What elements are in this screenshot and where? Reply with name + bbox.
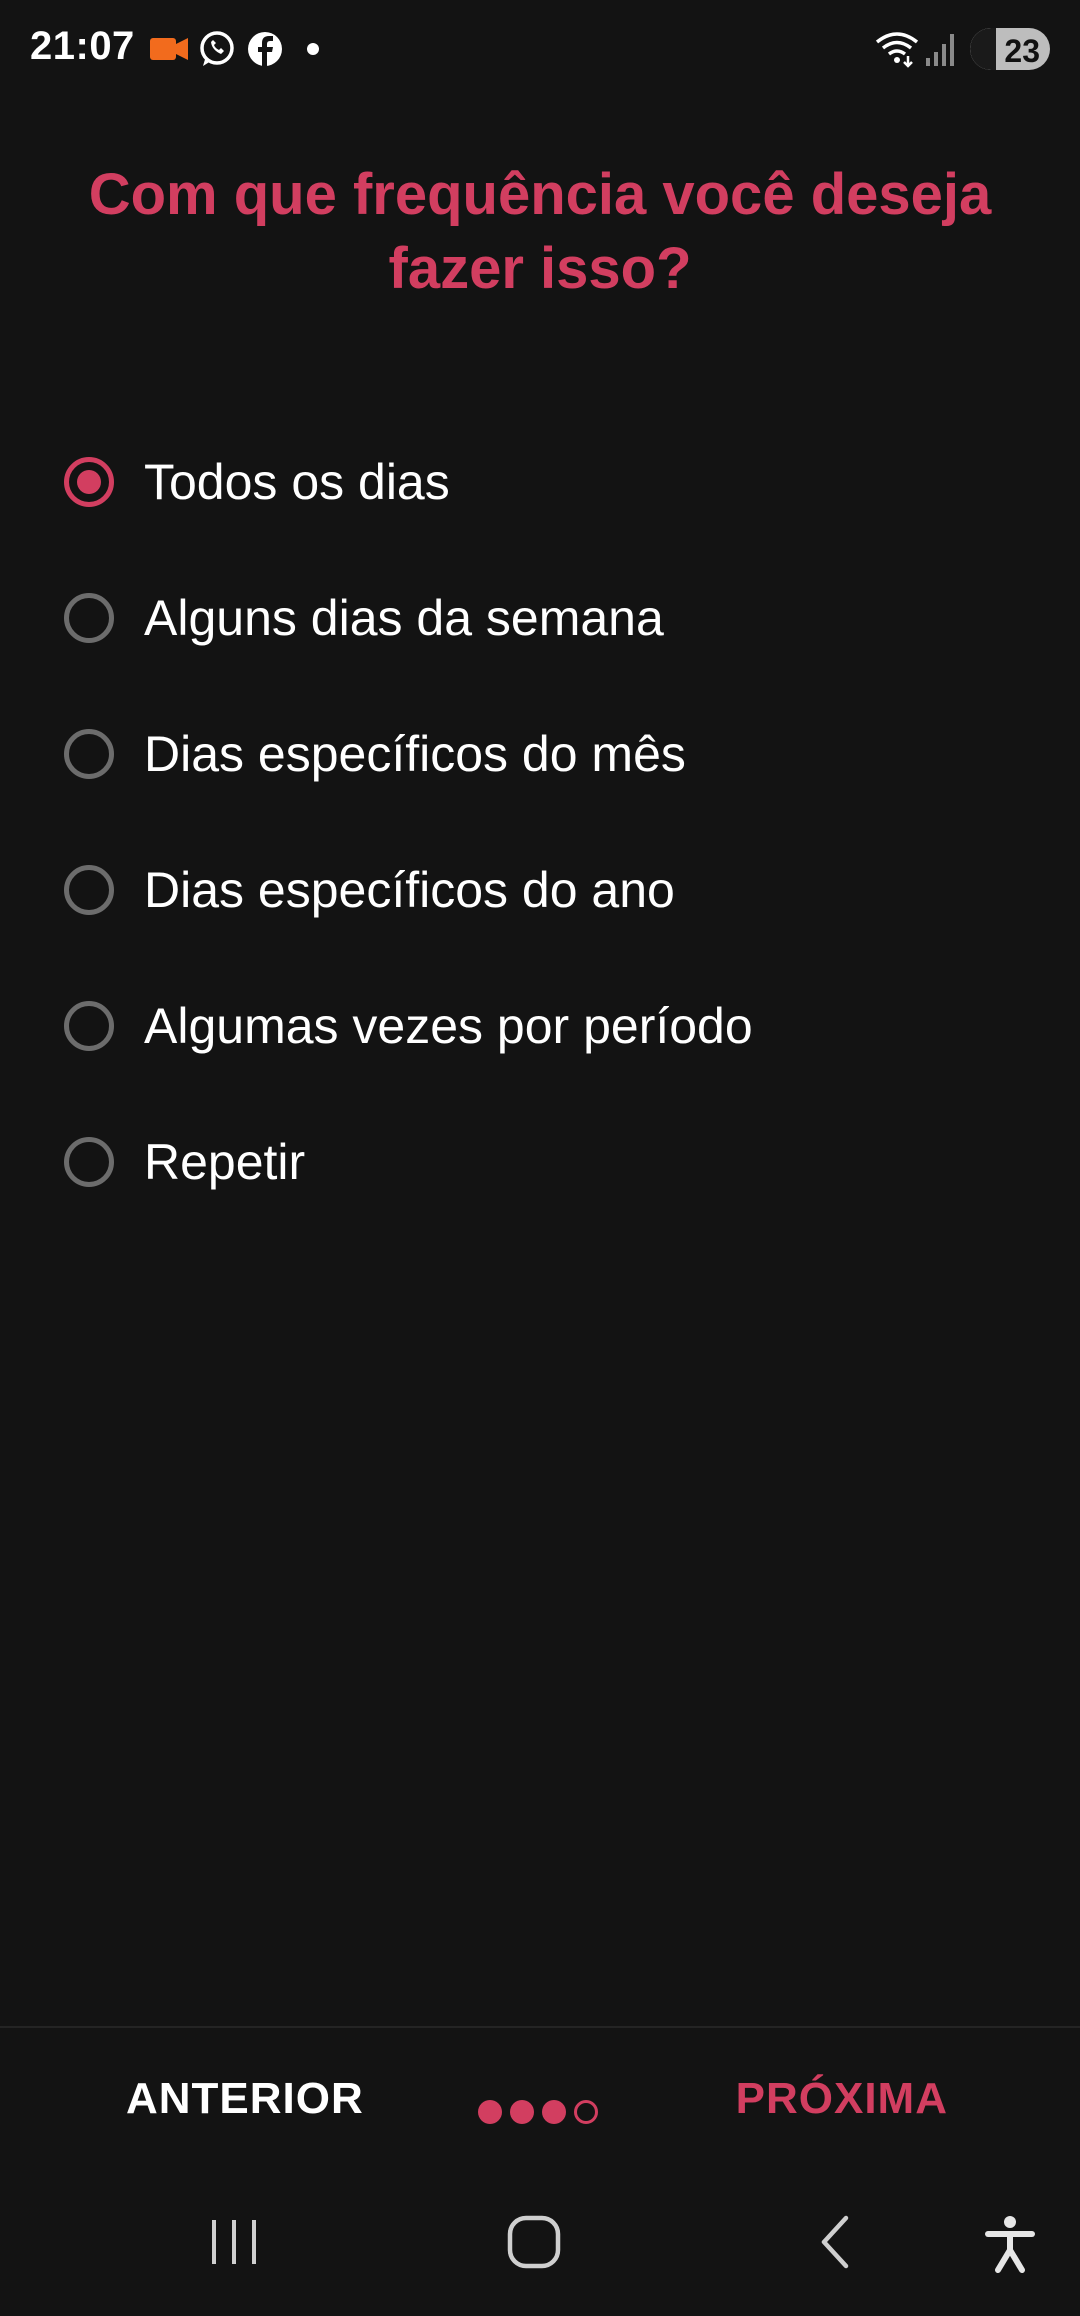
battery-icon: 23 — [970, 28, 1050, 70]
radio-button[interactable] — [64, 729, 114, 779]
screen: 21:07 23 Com que frequência você deseja … — [0, 0, 1080, 2316]
back-icon[interactable] — [810, 2214, 866, 2275]
step-dot-empty — [574, 2100, 598, 2124]
whatsapp-icon — [198, 30, 236, 73]
step-indicator — [478, 2100, 598, 2124]
radio-button[interactable] — [64, 593, 114, 643]
option-label: Todos os dias — [144, 454, 450, 510]
signal-icon — [924, 30, 956, 73]
option-dias-especificos-do-ano[interactable]: Dias específicos do ano — [64, 822, 1024, 958]
radio-button-selected[interactable] — [64, 457, 114, 507]
next-button[interactable]: PRÓXIMA — [736, 2074, 948, 2124]
option-label: Repetir — [144, 1134, 306, 1190]
recent-apps-icon[interactable] — [206, 2214, 262, 2275]
home-icon[interactable] — [506, 2214, 562, 2275]
previous-button[interactable]: ANTERIOR — [126, 2074, 364, 2124]
page-title: Com que frequência você deseja fazer iss… — [88, 162, 992, 301]
option-dias-especificos-do-mes[interactable]: Dias específicos do mês — [64, 686, 1024, 822]
option-algumas-vezes-por-periodo[interactable]: Algumas vezes por período — [64, 958, 1024, 1094]
radio-button[interactable] — [64, 1137, 114, 1187]
option-label: Dias específicos do mês — [144, 726, 686, 782]
option-label: Alguns dias da semana — [144, 590, 664, 646]
option-repetir[interactable]: Repetir — [64, 1094, 1024, 1230]
facebook-icon — [246, 30, 284, 73]
step-dot-filled — [542, 2100, 566, 2124]
wifi-icon — [874, 30, 920, 73]
accessibility-icon[interactable] — [982, 2214, 1038, 2279]
frequency-options: Todos os dias Alguns dias da semana Dias… — [64, 414, 1024, 1230]
system-nav-bar — [0, 2174, 1080, 2316]
step-dot-filled — [478, 2100, 502, 2124]
video-camera-icon — [150, 30, 190, 71]
option-alguns-dias-da-semana[interactable]: Alguns dias da semana — [64, 550, 1024, 686]
radio-button[interactable] — [64, 1001, 114, 1051]
battery-saver-leaf — [970, 28, 996, 70]
radio-button[interactable] — [64, 865, 114, 915]
option-label: Algumas vezes por período — [144, 998, 753, 1054]
notification-dot-icon — [306, 42, 320, 61]
wizard-nav-bar: ANTERIOR PRÓXIMA — [0, 2026, 1080, 2176]
status-bar: 21:07 23 — [0, 0, 1080, 98]
status-time: 21:07 — [30, 24, 135, 68]
battery-level: 23 — [1004, 33, 1040, 69]
option-todos-os-dias[interactable]: Todos os dias — [64, 414, 1024, 550]
option-label: Dias específicos do ano — [144, 862, 675, 918]
step-dot-filled — [510, 2100, 534, 2124]
